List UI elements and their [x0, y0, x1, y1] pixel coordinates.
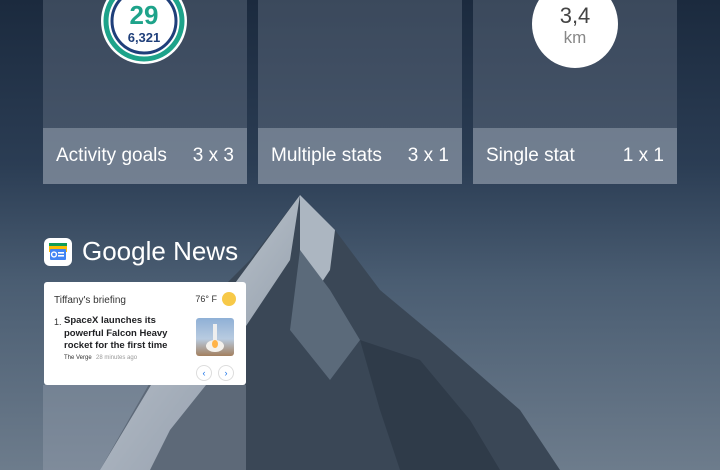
widget-app-title: Google News [82, 236, 239, 266]
multiple-stats-widget[interactable]: Multiple stats 3 x 1 [258, 0, 462, 184]
widget-name: Multiple stats [271, 145, 382, 166]
chevron-right-icon[interactable]: › [218, 365, 234, 381]
weather-info: 76° F [195, 292, 236, 306]
story-time: 28 minutes ago [96, 355, 138, 361]
chevron-left-icon[interactable]: ‹ [196, 365, 212, 381]
widget-size: 1 x 1 [622, 145, 664, 166]
temperature: 76° F [195, 294, 217, 304]
briefing-title: Tiffany's briefing [54, 295, 126, 306]
story-thumbnail[interactable] [196, 318, 234, 356]
partly-cloudy-icon [222, 292, 236, 306]
widget-size: 3 x 1 [407, 145, 449, 166]
widget-name: Single stat [486, 145, 575, 166]
distance-unit: km [563, 28, 587, 47]
heart-points-value: 29 [129, 0, 159, 30]
widget-size: 3 x 3 [192, 145, 234, 166]
steps-value: 6,321 [127, 30, 161, 45]
widget-label-bar: Single stat 1 x 1 [473, 128, 677, 184]
story-headline[interactable]: SpaceX launches its powerful Falcon Heav… [64, 315, 184, 353]
widget-label-bar: Activity goals 3 x 3 [43, 128, 247, 184]
widget-label-bar: Multiple stats 3 x 1 [258, 128, 462, 184]
google-news-icon [44, 237, 72, 266]
activity-ring: 29 6,321 [101, 0, 187, 64]
google-news-header: Google News [44, 236, 238, 267]
google-news-widget[interactable]: Tiffany's briefing 76° F 1. SpaceX launc… [44, 282, 246, 385]
story-source: The Verge [64, 355, 92, 361]
widget-name: Activity goals [56, 145, 167, 166]
distance-value: 3,4 [559, 3, 591, 28]
news-widget-background [43, 385, 246, 470]
story-number: 1. [54, 317, 62, 327]
